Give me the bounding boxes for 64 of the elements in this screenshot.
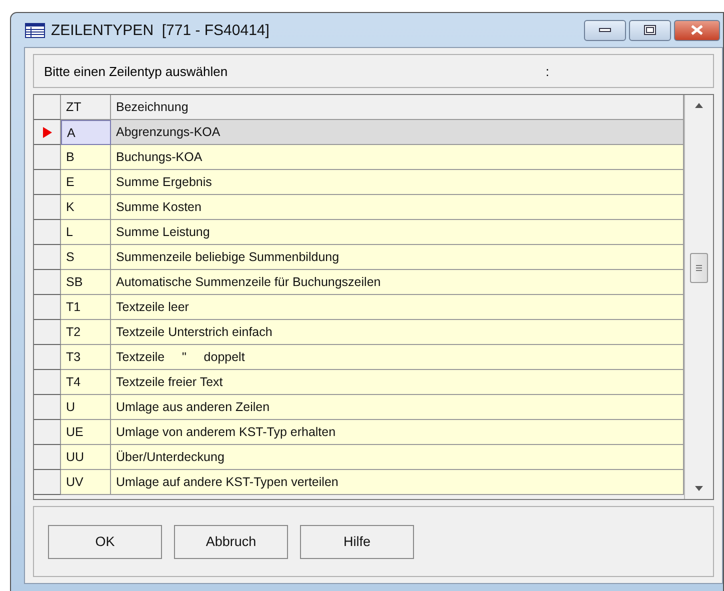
scroll-up-icon[interactable] [695,103,703,108]
table-cell[interactable]: T3 [61,345,111,370]
table-cell[interactable]: T2 [61,320,111,345]
close-icon [691,25,703,35]
table-cell[interactable]: T1 [61,295,111,320]
table-cell[interactable]: U [61,395,111,420]
table-cell[interactable]: UU [61,445,111,470]
column-header[interactable]: Bezeichnung [111,95,684,120]
row-indicator[interactable] [34,245,61,270]
row-indicator[interactable] [34,420,61,445]
row-indicator[interactable] [34,270,61,295]
table-cell[interactable]: Textzeile freier Text [111,370,684,395]
table-cell[interactable]: Umlage aus anderen Zeilen [111,395,684,420]
table-cell[interactable]: Summe Kosten [111,195,684,220]
table-cell[interactable]: Summe Ergebnis [111,170,684,195]
prompt-colon: : [546,64,550,78]
maximize-icon [644,25,656,35]
table-cell[interactable]: Summenzeile beliebige Summenbildung [111,245,684,270]
row-indicator[interactable] [34,320,61,345]
table-cell[interactable]: B [61,145,111,170]
table-cell[interactable]: Summe Leistung [111,220,684,245]
minimize-button[interactable] [584,20,626,40]
maximize-button[interactable] [629,20,671,40]
scroll-thumb[interactable] [690,253,708,283]
table-cell[interactable]: L [61,220,111,245]
close-button[interactable] [674,20,720,40]
row-indicator[interactable] [34,220,61,245]
table-cell[interactable]: A [61,120,111,145]
table-cell[interactable]: T4 [61,370,111,395]
row-indicator[interactable] [34,395,61,420]
row-indicator[interactable] [34,195,61,220]
table-cell[interactable]: Umlage auf andere KST-Typen verteilen [111,470,684,495]
table-cell[interactable]: S [61,245,111,270]
table-cell[interactable]: E [61,170,111,195]
row-indicator[interactable] [34,345,61,370]
dialog-button[interactable]: OK [48,524,162,558]
table-cell[interactable]: K [61,195,111,220]
prompt-text: Bitte einen Zeilentyp auswählen [44,64,228,78]
table-cell[interactable]: Textzeile " doppelt [111,345,684,370]
table-cell[interactable]: Automatische Summenzeile für Buchungszeilen [111,270,684,295]
table-cell[interactable]: SB [61,270,111,295]
dialog-button[interactable]: Abbruch [174,524,288,558]
table-icon [25,22,45,38]
current-row-icon [42,126,52,138]
table-cell[interactable]: Umlage von anderem KST-Typ erhalten [111,420,684,445]
table-cell[interactable]: Abgrenzungs-KOA [111,120,684,145]
dialog-button[interactable]: Hilfe [300,524,414,558]
column-header[interactable]: ZT [61,95,111,120]
table-cell[interactable]: Textzeile leer [111,295,684,320]
scroll-down-icon[interactable] [695,486,703,491]
table-cell[interactable]: Buchungs-KOA [111,145,684,170]
table-cell[interactable]: UV [61,470,111,495]
table-cell[interactable]: Über/Unterdeckung [111,445,684,470]
row-indicator[interactable] [34,470,61,495]
row-indicator[interactable] [34,145,61,170]
row-indicator[interactable] [34,120,61,145]
minimize-icon [599,28,611,32]
window-title: ZEILENTYPEN [771 - FS40414] [51,22,270,38]
table-cell[interactable]: UE [61,420,111,445]
row-indicator[interactable] [34,370,61,395]
row-indicator[interactable] [34,170,61,195]
row-indicator[interactable] [34,295,61,320]
table-cell[interactable]: Textzeile Unterstrich einfach [111,320,684,345]
row-indicator[interactable] [34,445,61,470]
